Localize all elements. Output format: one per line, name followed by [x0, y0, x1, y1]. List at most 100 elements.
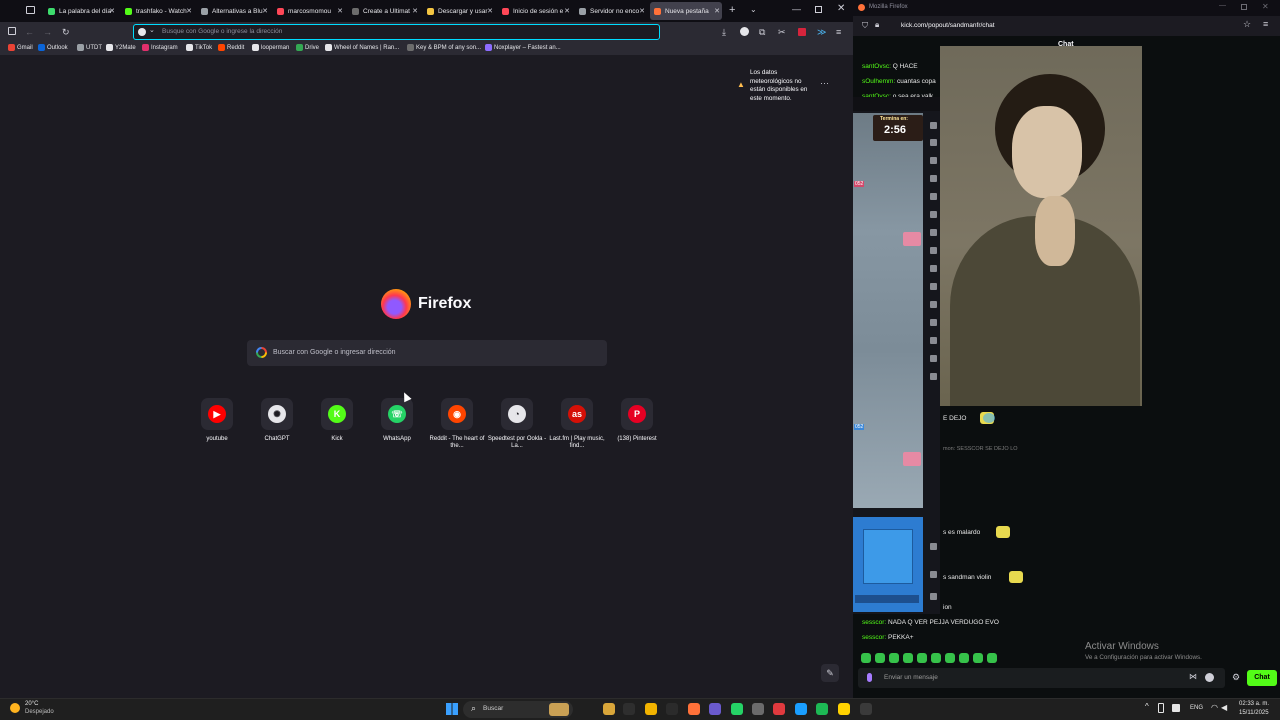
bookmark-item[interactable]: Wheel of Names | Ran...	[325, 44, 399, 51]
taskbar-app-icon[interactable]	[688, 703, 700, 715]
taskbar-app-icon[interactable]	[731, 703, 743, 715]
forward-arrow-icon[interactable]: →	[43, 26, 52, 38]
chat-message-input[interactable]: Enviar un mensaje ⋈	[858, 668, 1225, 688]
taskbar-search-box[interactable]: ⌕ Buscar	[463, 701, 573, 718]
overlay-tool-icon[interactable]	[930, 543, 937, 550]
search-engine-chevron-icon[interactable]: ⌄	[149, 26, 155, 34]
maximize-button[interactable]	[815, 6, 822, 13]
tray-language[interactable]: ENG	[1190, 705, 1203, 711]
overlay-tool-icon[interactable]	[930, 373, 937, 380]
tab-close-icon[interactable]: ✕	[109, 7, 115, 15]
sidebar-toggle-icon[interactable]	[8, 27, 16, 35]
kick-menu-icon[interactable]: ≡	[1263, 19, 1268, 29]
quick-emote-icon[interactable]	[987, 653, 997, 663]
quick-emote-icon[interactable]	[931, 653, 941, 663]
shortcut-tile[interactable]: ☏ WhatsApp	[367, 398, 427, 443]
shortcut-tile[interactable]: K Kick	[307, 398, 367, 443]
browser-tab[interactable]: Servidor no enco ✕	[575, 2, 647, 20]
wifi-icon[interactable]: ◠	[1211, 703, 1218, 712]
shortcut-tile[interactable]: ✺ ChatGPT	[247, 398, 307, 443]
weather-options-menu-icon[interactable]: ···	[820, 78, 829, 88]
browser-tab[interactable]: Nueva pestaña ✕	[650, 2, 722, 20]
overlay-tool-icon[interactable]	[930, 175, 937, 182]
bookmark-item[interactable]: Outlook	[38, 44, 68, 51]
overlay-tool-icon[interactable]	[930, 319, 937, 326]
quick-emote-icon[interactable]	[875, 653, 885, 663]
bookmark-item[interactable]: Instagram	[142, 44, 178, 51]
quick-emote-icon[interactable]	[861, 653, 871, 663]
chat-username[interactable]: sesscor:	[862, 619, 886, 626]
shortcut-tile[interactable]: P (138) Pinterest	[607, 398, 667, 443]
taskbar-app-icon[interactable]	[623, 703, 635, 715]
tab-close-icon[interactable]: ✕	[639, 7, 645, 15]
overlay-tool-icon[interactable]	[930, 122, 937, 129]
bookmark-item[interactable]: UTDT	[77, 44, 102, 51]
clock-time[interactable]: 02:33 a. m.	[1239, 701, 1269, 707]
taskbar-app-icon[interactable]	[816, 703, 828, 715]
kick-minimize-button[interactable]: —	[1219, 2, 1226, 9]
tray-app-icon[interactable]	[1172, 704, 1180, 712]
microphone-icon[interactable]	[867, 673, 872, 682]
tab-close-icon[interactable]: ✕	[714, 7, 720, 15]
weather-sun-icon[interactable]	[10, 703, 20, 713]
tab-close-icon[interactable]: ✕	[337, 7, 343, 15]
bookmark-item[interactable]: Gmail	[8, 44, 33, 51]
start-button-windows-icon[interactable]	[446, 703, 458, 715]
overlay-tool-icon[interactable]	[930, 355, 937, 362]
taskbar-app-icon[interactable]	[795, 703, 807, 715]
kick-close-button[interactable]: ✕	[1262, 2, 1269, 11]
chat-send-button[interactable]: Chat	[1247, 670, 1277, 686]
shortcut-tile[interactable]: ▶ youtube	[187, 398, 247, 443]
overlay-tool-icon[interactable]	[930, 571, 937, 578]
bookmark-item[interactable]: TikTok	[186, 44, 212, 51]
quick-emote-icon[interactable]	[889, 653, 899, 663]
volume-icon[interactable]: ◀	[1221, 703, 1227, 712]
overlay-tool-icon[interactable]	[930, 193, 937, 200]
newtab-search-box[interactable]: Buscar con Google o ingresar dirección	[247, 340, 607, 366]
overlay-tool-icon[interactable]	[930, 247, 937, 254]
tab-list-icon[interactable]	[26, 6, 35, 14]
quick-emote-icon[interactable]	[903, 653, 913, 663]
emote-picker-icon[interactable]: ⋈	[1189, 672, 1197, 681]
shortcut-tile[interactable]: as Last.fm | Play music, find...	[547, 398, 607, 450]
overlay-tool-icon[interactable]	[930, 283, 937, 290]
browser-tab[interactable]: Alternativas a Blu ✕	[197, 2, 270, 20]
quick-emote-icon[interactable]	[959, 653, 969, 663]
taskbar-app-icon[interactable]	[752, 703, 764, 715]
kick-maximize-button[interactable]	[1241, 4, 1247, 10]
app-menu-icon[interactable]: ≡	[836, 26, 841, 38]
reload-icon[interactable]: ↻	[62, 26, 70, 38]
ublock-icon[interactable]	[798, 28, 806, 36]
translate-extension-icon[interactable]: ≫	[817, 26, 826, 38]
customize-pencil-button[interactable]: ✎	[821, 664, 839, 682]
tray-chevron-icon[interactable]: ^	[1145, 702, 1149, 711]
tab-close-icon[interactable]: ✕	[186, 7, 192, 15]
back-arrow-icon[interactable]: ←	[25, 26, 34, 38]
bookmark-item[interactable]: Y2Mate	[106, 44, 136, 51]
search-engine-google-icon[interactable]	[138, 28, 146, 36]
shield-icon[interactable]: ⛉	[862, 21, 868, 31]
lock-icon[interactable]: 🔒︎	[875, 20, 879, 30]
taskbar-app-icon[interactable]	[645, 703, 657, 715]
shortcut-tile[interactable]: ◔ Speedtest por Ookla - La...	[487, 398, 547, 450]
browser-tab[interactable]: Descargar y usar ✕	[423, 2, 495, 20]
tray-bluetooth-icon[interactable]	[1158, 703, 1164, 713]
overlay-tool-icon[interactable]	[930, 337, 937, 344]
overlay-tool-icon[interactable]	[930, 301, 937, 308]
chat-username[interactable]: sOulhemm:	[862, 78, 895, 85]
bookmark-item[interactable]: Reddit	[218, 44, 244, 51]
browser-tab[interactable]: trashfako - Watch ✕	[121, 2, 194, 20]
bookmark-star-icon[interactable]: ☆	[1243, 19, 1251, 30]
chat-username[interactable]: santOvsc:	[862, 63, 891, 70]
tab-overflow-chevron-icon[interactable]: ⌄	[750, 5, 757, 14]
taskbar-app-icon[interactable]	[838, 703, 850, 715]
bookmark-item[interactable]: Noxplayer – Fastest an...	[485, 44, 561, 51]
quick-emote-icon[interactable]	[973, 653, 983, 663]
address-bar[interactable]: ⌄ Busque con Google o ingrese la direcci…	[133, 24, 660, 40]
overlay-tool-icon[interactable]	[930, 265, 937, 272]
smiley-icon[interactable]	[1205, 673, 1214, 682]
minimize-button[interactable]: —	[792, 4, 801, 14]
chat-username[interactable]: sesscor:	[862, 634, 886, 641]
tab-close-icon[interactable]: ✕	[412, 7, 418, 15]
screenshot-icon[interactable]: ✂	[778, 26, 786, 38]
